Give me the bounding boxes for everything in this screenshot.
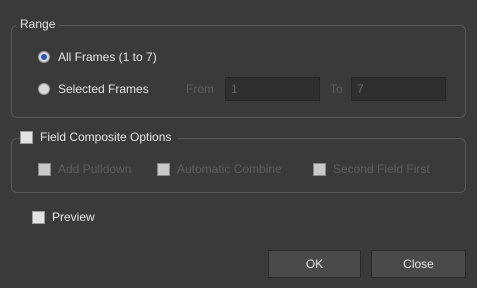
all-frames-radio-row[interactable]: All Frames (1 to 7) xyxy=(38,50,157,64)
add-pulldown-label: Add Pulldown xyxy=(58,162,132,176)
second-field-first-checkbox xyxy=(313,162,326,176)
add-pulldown-checkbox xyxy=(38,162,51,176)
automatic-combine-row: Automatic Combine xyxy=(157,162,282,176)
second-field-first-row: Second Field First xyxy=(313,162,430,176)
from-label: From xyxy=(186,82,214,96)
add-pulldown-row: Add Pulldown xyxy=(38,162,131,176)
ok-button[interactable]: OK xyxy=(268,250,361,278)
close-button[interactable]: Close xyxy=(371,250,466,278)
field-composite-label: Field Composite Options xyxy=(40,130,172,144)
range-group xyxy=(11,25,466,118)
selected-frames-radio-row[interactable]: Selected Frames xyxy=(38,82,149,96)
automatic-combine-checkbox xyxy=(157,162,170,176)
automatic-combine-label: Automatic Combine xyxy=(177,162,282,176)
all-frames-label: All Frames (1 to 7) xyxy=(58,50,157,64)
from-field[interactable]: 1 xyxy=(225,77,320,101)
to-label: To xyxy=(330,82,343,96)
selected-frames-radio[interactable] xyxy=(38,83,50,95)
dialog: Range All Frames (1 to 7) Selected Frame… xyxy=(0,0,477,288)
preview-label: Preview xyxy=(52,210,95,224)
to-field[interactable]: 7 xyxy=(351,77,446,101)
all-frames-radio[interactable] xyxy=(38,51,50,63)
selected-frames-label: Selected Frames xyxy=(58,82,149,96)
range-group-title: Range xyxy=(16,17,60,31)
second-field-first-label: Second Field First xyxy=(333,162,430,176)
field-composite-checkbox-row[interactable]: Field Composite Options xyxy=(20,130,178,144)
preview-checkbox-row[interactable]: Preview xyxy=(32,210,95,224)
field-composite-checkbox[interactable] xyxy=(20,130,33,144)
preview-checkbox[interactable] xyxy=(32,210,45,224)
